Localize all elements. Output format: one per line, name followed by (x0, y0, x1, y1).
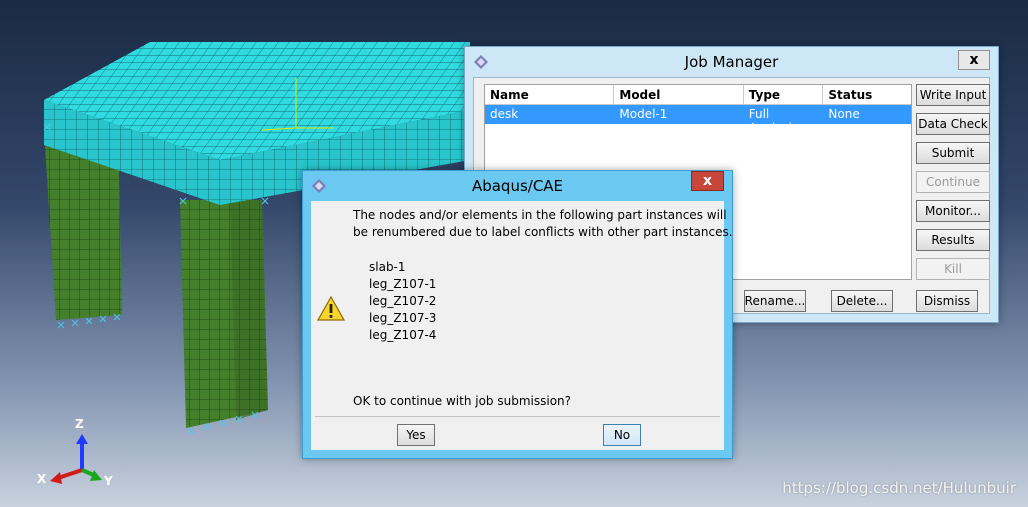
column-header-type[interactable]: Type (744, 85, 824, 104)
column-header-name[interactable]: Name (485, 85, 615, 104)
global-axis-triad-icon (50, 434, 102, 484)
results-button[interactable]: Results (916, 229, 990, 251)
cell-name: desk (490, 107, 519, 121)
abaqus-alert-dialog: Abaqus/CAE x The nodes and/or elements i… (302, 170, 733, 459)
alert-titlebar[interactable]: Abaqus/CAE x (303, 171, 732, 201)
window-title: Job Manager (684, 53, 779, 71)
list-item: leg_Z107-4 (369, 328, 437, 342)
table-header: Name Model Type Status (485, 85, 911, 105)
alert-message-line: The nodes and/or elements in the followi… (353, 208, 727, 222)
yes-button[interactable]: Yes (397, 424, 435, 446)
column-header-status[interactable]: Status (823, 85, 911, 104)
alert-close-button[interactable]: x (691, 171, 724, 191)
continue-button[interactable]: Continue (916, 171, 990, 193)
kill-button[interactable]: Kill (916, 258, 990, 280)
list-item: leg_Z107-2 (369, 294, 437, 308)
part-instance-list: slab-1 leg_Z107-1 leg_Z107-2 leg_Z107-3 … (369, 259, 436, 344)
cell-status: None (828, 107, 860, 121)
alert-message-line: be renumbered due to label conflicts wit… (353, 225, 733, 239)
column-header-model[interactable]: Model (614, 85, 744, 104)
job-manager-titlebar[interactable]: Job Manager x (465, 47, 998, 77)
alert-message: The nodes and/or elements in the followi… (353, 207, 733, 241)
delete-button[interactable]: Delete... (831, 290, 893, 312)
data-check-button[interactable]: Data Check (916, 113, 990, 135)
table-row[interactable]: desk Model-1 Full Analysis None (485, 105, 911, 135)
dismiss-button[interactable]: Dismiss (916, 290, 978, 312)
axis-label-y: Y (104, 474, 113, 488)
warning-icon (316, 295, 346, 325)
cell-model: Model-1 (619, 107, 668, 121)
list-item: leg_Z107-1 (369, 277, 437, 291)
close-button[interactable]: x (958, 50, 990, 70)
list-item: slab-1 (369, 260, 406, 274)
axis-label-x: X (37, 472, 47, 486)
divider (315, 416, 720, 417)
watermark: https://blog.csdn.net/Hulunbuir (782, 479, 1016, 497)
job-action-buttons: Write Input Data Check Submit Continue M… (916, 84, 990, 287)
monitor-button[interactable]: Monitor... (916, 200, 990, 222)
no-button[interactable]: No (603, 424, 641, 446)
rename-button[interactable]: Rename... (744, 290, 806, 312)
cell-type: Full Analysis (748, 107, 799, 135)
list-item: leg_Z107-3 (369, 311, 437, 325)
alert-title: Abaqus/CAE (471, 177, 564, 195)
submit-button[interactable]: Submit (916, 142, 990, 164)
alert-question: OK to continue with job submission? (353, 394, 572, 408)
write-input-button[interactable]: Write Input (916, 84, 990, 106)
axis-label-z: Z (75, 417, 84, 431)
